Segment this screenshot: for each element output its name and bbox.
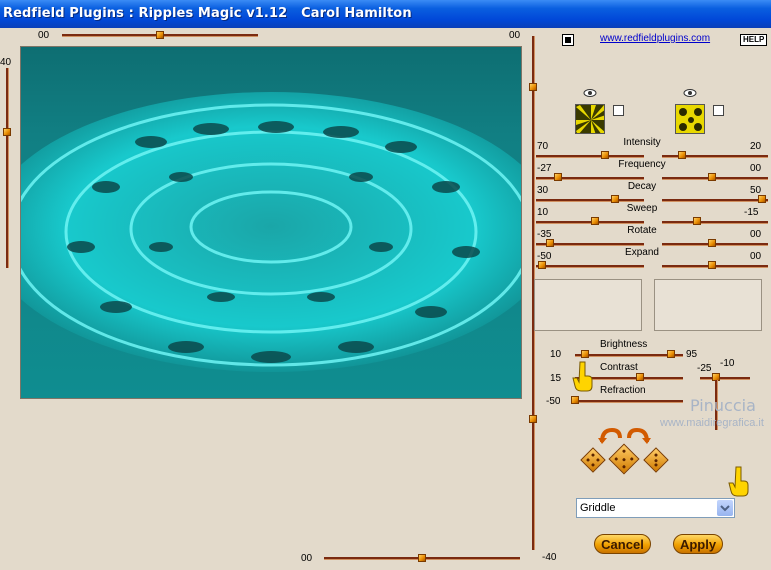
frequency-left-slider-track[interactable] — [536, 177, 644, 180]
dice-icon[interactable] — [608, 443, 640, 475]
small-slider-left-value: -25 — [697, 363, 712, 374]
decay-left-slider-handle[interactable] — [611, 195, 619, 203]
intensity-left-slider-track[interactable] — [536, 155, 644, 158]
refraction-label: Refraction — [600, 385, 646, 396]
pattern-b-checkbox[interactable] — [713, 105, 724, 116]
bottom-slider-value: 00 — [301, 553, 313, 564]
top-right-value: 00 — [509, 30, 521, 41]
right-slider-handle-top[interactable] — [529, 83, 537, 91]
sweep-left-slider-track[interactable] — [536, 221, 644, 224]
right-slider-handle-bottom[interactable] — [529, 415, 537, 423]
pattern-a-checkbox[interactable] — [613, 105, 624, 116]
frequency-right-slider-handle[interactable] — [708, 173, 716, 181]
frequency-left-value: -27 — [537, 163, 552, 174]
refraction-slider-handle[interactable] — [571, 396, 579, 404]
frequency-left-slider-handle[interactable] — [554, 173, 562, 181]
checker-pattern-icon[interactable] — [675, 104, 705, 134]
brightness-max-handle[interactable] — [667, 350, 675, 358]
preset-selected-value: Griddle — [580, 502, 616, 514]
apply-button[interactable]: Apply — [673, 534, 723, 554]
dice-icon[interactable] — [580, 447, 606, 473]
brightness-slider-handle[interactable] — [581, 350, 589, 358]
help-button[interactable]: HELP — [740, 34, 768, 46]
sweep-left-slider-handle[interactable] — [591, 217, 599, 225]
window-title: Redfield Plugins : Ripples Magic v1.12 C… — [3, 6, 412, 21]
decay-left-slider-track[interactable] — [536, 199, 644, 202]
dice-icon[interactable] — [643, 447, 669, 473]
color-swatch[interactable] — [562, 34, 574, 46]
ripple-preview-image — [21, 47, 521, 398]
preset-select[interactable]: Griddle — [576, 498, 735, 518]
brightness-value: 10 — [550, 349, 562, 360]
decay-right-slider-track[interactable] — [662, 199, 768, 202]
contrast-slider-handle[interactable] — [636, 373, 644, 381]
rotate-left-slider-handle[interactable] — [546, 239, 554, 247]
small-slider-track[interactable] — [700, 377, 750, 380]
intensity-left-value: 70 — [537, 141, 549, 152]
left-preview-panel — [534, 279, 642, 331]
preview-pane — [20, 46, 522, 399]
radial-pattern-icon[interactable] — [575, 104, 605, 134]
expand-left-slider-handle[interactable] — [538, 261, 546, 269]
intensity-label: Intensity — [623, 137, 661, 148]
brightness-max: 95 — [686, 349, 698, 360]
rotate-right-value: 00 — [750, 229, 762, 240]
pointing-hand-icon — [572, 360, 594, 392]
rotate-label: Rotate — [627, 225, 657, 236]
chevron-down-icon[interactable] — [717, 500, 733, 516]
frequency-right-value: 00 — [750, 163, 762, 174]
pointing-hand-icon — [728, 465, 750, 497]
redfield-link[interactable]: www.redfieldplugins.com — [600, 33, 710, 44]
sweep-right-value: -15 — [744, 207, 759, 218]
expand-label: Expand — [625, 247, 659, 258]
contrast-label: Contrast — [600, 362, 638, 373]
left-slider-handle[interactable] — [3, 128, 11, 136]
top-slider-handle[interactable] — [156, 31, 164, 39]
expand-right-value: 00 — [750, 251, 762, 262]
bottom-slider-handle[interactable] — [418, 554, 426, 562]
title-bar: Redfield Plugins : Ripples Magic v1.12 C… — [0, 0, 771, 28]
decay-right-slider-handle[interactable] — [758, 195, 766, 203]
expand-right-slider-handle[interactable] — [708, 261, 716, 269]
frequency-label: Frequency — [618, 159, 666, 170]
contrast-value: 15 — [550, 373, 562, 384]
sweep-label: Sweep — [626, 203, 658, 214]
curved-arrow-left-icon[interactable] — [598, 426, 624, 444]
sweep-right-slider-track[interactable] — [662, 221, 768, 224]
refraction-value: -50 — [546, 396, 561, 407]
expand-left-slider-track[interactable] — [536, 265, 644, 268]
right-preview-panel — [654, 279, 762, 331]
cancel-button[interactable]: Cancel — [594, 534, 651, 554]
eye-icon — [583, 88, 597, 98]
top-slider-value: 00 — [38, 30, 50, 41]
right-slider-value: -40 — [542, 552, 557, 563]
watermark-name: Pinuccia — [690, 396, 756, 415]
watermark-site: www.maidiregrafica.it — [660, 417, 764, 429]
small-slider-right-value: -10 — [720, 358, 735, 369]
intensity-left-slider-handle[interactable] — [601, 151, 609, 159]
sweep-right-slider-handle[interactable] — [693, 217, 701, 225]
intensity-right-slider-handle[interactable] — [678, 151, 686, 159]
rotate-right-slider-handle[interactable] — [708, 239, 716, 247]
eye-icon — [683, 88, 697, 98]
sweep-left-value: 10 — [537, 207, 549, 218]
left-slider-track[interactable] — [6, 68, 9, 268]
decay-label: Decay — [627, 181, 657, 192]
left-slider-value: 40 — [0, 57, 12, 68]
refraction-slider-track[interactable] — [575, 400, 683, 403]
brightness-label: Brightness — [600, 339, 648, 350]
curved-arrow-right-icon[interactable] — [625, 426, 651, 444]
decay-left-value: 30 — [537, 185, 549, 196]
intensity-right-value: 20 — [750, 141, 762, 152]
